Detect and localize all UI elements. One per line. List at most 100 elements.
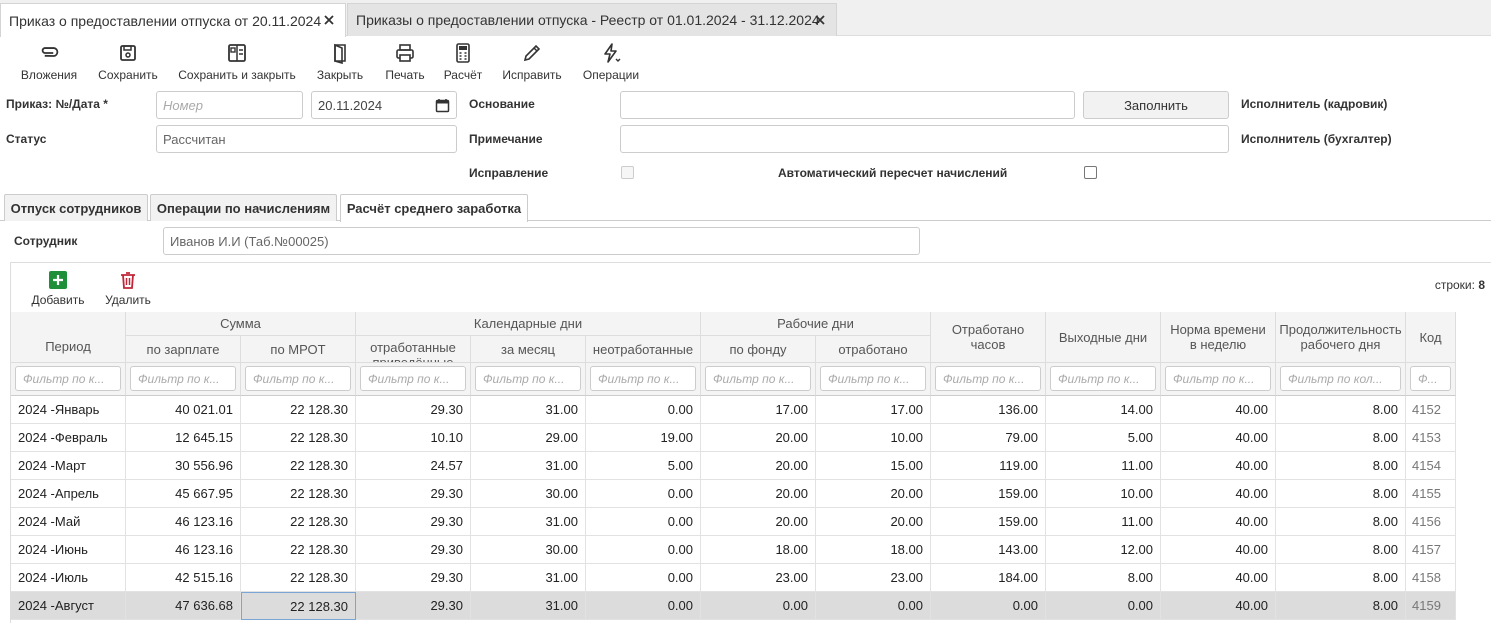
column-header[interactable]: Норма времени в неделю <box>1161 312 1276 363</box>
table-cell[interactable]: 4154 <box>1406 452 1456 480</box>
table-cell[interactable]: 42 515.16 <box>126 564 241 592</box>
table-cell[interactable]: 8.00 <box>1276 396 1406 424</box>
column-filter-input[interactable]: Фильтр по к... <box>15 366 121 391</box>
table-cell[interactable]: 0.00 <box>586 564 701 592</box>
correction-checkbox[interactable] <box>621 166 634 179</box>
table-cell[interactable]: 40.00 <box>1161 396 1276 424</box>
table-cell[interactable]: 31.00 <box>471 592 586 620</box>
table-cell[interactable]: 22 128.30 <box>241 564 356 592</box>
table-cell[interactable]: 8.00 <box>1276 564 1406 592</box>
employee-field[interactable]: Иванов И.И (Таб.№00025) <box>163 227 920 255</box>
calculate-button[interactable]: Расчёт <box>440 40 486 84</box>
table-cell[interactable]: 47 636.68 <box>126 592 241 620</box>
table-cell[interactable]: 31.00 <box>471 564 586 592</box>
table-cell[interactable]: 31.00 <box>471 452 586 480</box>
table-cell[interactable]: 5.00 <box>586 452 701 480</box>
calendar-icon[interactable] <box>435 98 450 113</box>
table-cell[interactable]: 22 128.30 <box>241 424 356 452</box>
table-cell[interactable]: 2024 -Январь <box>11 396 126 424</box>
save-button[interactable]: Сохранить <box>96 40 160 84</box>
column-filter-input[interactable]: Фильтр по к... <box>245 366 351 391</box>
table-cell[interactable]: 30.00 <box>471 536 586 564</box>
table-cell[interactable]: 31.00 <box>471 396 586 424</box>
fill-button[interactable]: Заполнить <box>1083 91 1229 119</box>
table-cell[interactable]: 20.00 <box>816 480 931 508</box>
close-button[interactable]: Закрыть <box>313 40 367 84</box>
table-cell[interactable]: 18.00 <box>816 536 931 564</box>
column-header[interactable]: отработано <box>816 336 931 363</box>
table-cell[interactable]: 119.00 <box>931 452 1046 480</box>
tab-accrual-operations[interactable]: Операции по начислениям <box>150 194 337 221</box>
table-cell[interactable]: 40.00 <box>1161 536 1276 564</box>
table-cell[interactable]: 10.10 <box>356 424 471 452</box>
table-cell[interactable]: 4157 <box>1406 536 1456 564</box>
column-header[interactable]: Продолжительность рабочего дня <box>1276 312 1406 363</box>
add-button[interactable]: Добавить <box>28 270 88 308</box>
column-filter-input[interactable]: Фильтр по кол... <box>1280 366 1401 391</box>
table-cell[interactable]: 4156 <box>1406 508 1456 536</box>
column-header[interactable]: Период <box>11 312 126 363</box>
tab-vacation-order[interactable]: Приказ о предоставлении отпуска от 20.11… <box>0 3 346 37</box>
column-filter-input[interactable]: Ф... <box>1410 366 1451 391</box>
table-cell[interactable]: 22 128.30 <box>241 592 356 620</box>
table-cell[interactable]: 8.00 <box>1046 564 1161 592</box>
table-cell[interactable]: 159.00 <box>931 508 1046 536</box>
table-cell[interactable]: 10.00 <box>816 424 931 452</box>
column-filter-input[interactable]: Фильтр по к... <box>1165 366 1271 391</box>
column-header[interactable]: за месяц <box>471 336 586 363</box>
table-cell[interactable]: 4159 <box>1406 592 1456 620</box>
column-header[interactable]: неотработанные <box>586 336 701 363</box>
tab-average-earnings[interactable]: Расчёт среднего заработка <box>340 194 528 222</box>
table-cell[interactable]: 8.00 <box>1276 508 1406 536</box>
table-cell[interactable]: 79.00 <box>931 424 1046 452</box>
table-cell[interactable]: 0.00 <box>1046 592 1161 620</box>
table-cell[interactable]: 22 128.30 <box>241 508 356 536</box>
table-cell[interactable]: 15.00 <box>816 452 931 480</box>
table-cell[interactable]: 0.00 <box>586 396 701 424</box>
table-cell[interactable]: 17.00 <box>816 396 931 424</box>
table-cell[interactable]: 29.30 <box>356 396 471 424</box>
table-cell[interactable]: 12 645.15 <box>126 424 241 452</box>
table-cell[interactable]: 20.00 <box>701 480 816 508</box>
table-cell[interactable]: 11.00 <box>1046 508 1161 536</box>
column-header[interactable]: по фонду <box>701 336 816 363</box>
table-cell[interactable]: 40.00 <box>1161 480 1276 508</box>
table-cell[interactable]: 11.00 <box>1046 452 1161 480</box>
table-cell[interactable]: 14.00 <box>1046 396 1161 424</box>
table-cell[interactable]: 22 128.30 <box>241 536 356 564</box>
table-cell[interactable]: 2024 -Июнь <box>11 536 126 564</box>
tab-employee-vacation[interactable]: Отпуск сотрудников <box>4 194 148 221</box>
table-cell[interactable]: 0.00 <box>701 592 816 620</box>
column-header[interactable]: отработанные приведённые <box>356 336 471 363</box>
table-cell[interactable]: 18.00 <box>701 536 816 564</box>
fix-button[interactable]: Исправить <box>500 40 564 84</box>
column-header[interactable]: Код <box>1406 312 1456 363</box>
column-filter-input[interactable]: Фильтр по к... <box>1050 366 1156 391</box>
table-cell[interactable]: 0.00 <box>586 508 701 536</box>
table-cell[interactable]: 10.00 <box>1046 480 1161 508</box>
table-cell[interactable]: 40.00 <box>1161 452 1276 480</box>
basis-input[interactable] <box>620 91 1075 119</box>
order-number-input[interactable]: Номер <box>156 91 303 119</box>
column-filter-input[interactable]: Фильтр по к... <box>820 366 926 391</box>
table-cell[interactable]: 4158 <box>1406 564 1456 592</box>
column-header[interactable]: по зарплате <box>126 336 241 363</box>
table-cell[interactable]: 40.00 <box>1161 564 1276 592</box>
table-cell[interactable]: 45 667.95 <box>126 480 241 508</box>
table-cell[interactable]: 30.00 <box>471 480 586 508</box>
table-cell[interactable]: 17.00 <box>701 396 816 424</box>
table-cell[interactable]: 20.00 <box>816 508 931 536</box>
table-cell[interactable]: 136.00 <box>931 396 1046 424</box>
print-button[interactable]: Печать <box>380 40 430 84</box>
column-filter-input[interactable]: Фильтр по к... <box>705 366 811 391</box>
table-cell[interactable]: 29.30 <box>356 480 471 508</box>
table-cell[interactable]: 8.00 <box>1276 592 1406 620</box>
attachments-button[interactable]: Вложения <box>20 40 78 84</box>
table-cell[interactable]: 29.30 <box>356 564 471 592</box>
table-cell[interactable]: 8.00 <box>1276 452 1406 480</box>
table-cell[interactable]: 30 556.96 <box>126 452 241 480</box>
table-cell[interactable]: 40.00 <box>1161 424 1276 452</box>
close-icon[interactable] <box>812 12 828 28</box>
table-cell[interactable]: 22 128.30 <box>241 452 356 480</box>
table-cell[interactable]: 40 021.01 <box>126 396 241 424</box>
